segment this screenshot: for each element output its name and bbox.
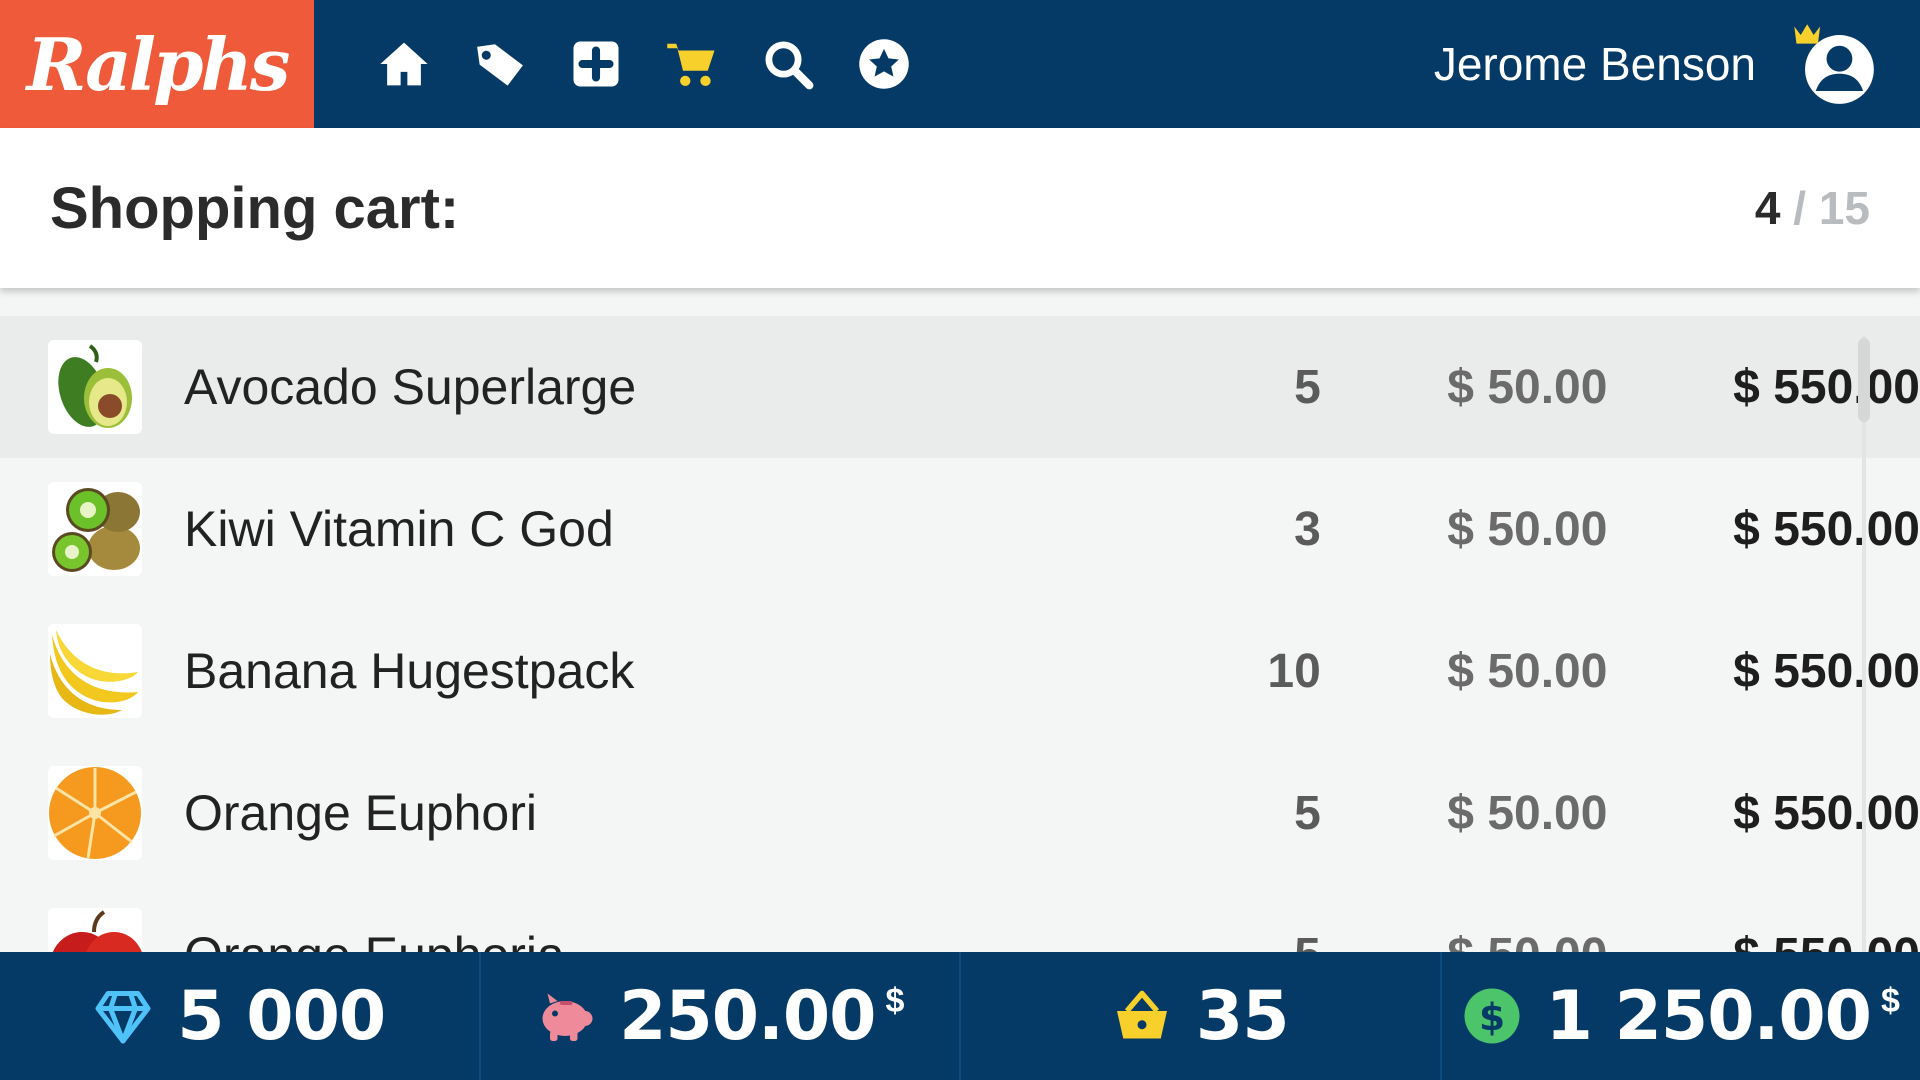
scrollbar-track[interactable] (1862, 336, 1866, 952)
cart-row[interactable]: Banana Hugestpack 10 $ 50.00 $ 550.00 (0, 600, 1920, 742)
savings-value: 250.00 (619, 976, 876, 1056)
tag-icon[interactable] (452, 0, 548, 128)
item-total: $ 550.00 (1733, 360, 1920, 414)
item-price: $ 50.00 (1447, 644, 1608, 698)
cart-row[interactable]: Orange Euphoria 5 $ 50.00 $ 550.00 (0, 884, 1920, 952)
cart-row[interactable]: Orange Euphori 5 $ 50.00 $ 550.00 (0, 742, 1920, 884)
orange-image (48, 766, 142, 860)
cart-header: Shopping cart: 4 / 15 (0, 128, 1920, 288)
item-qty: 3 (1294, 502, 1321, 556)
dollar-coin-icon: $ (1464, 988, 1520, 1044)
item-total: $ 550.00 (1607, 928, 1920, 953)
page-total: 15 (1818, 182, 1870, 234)
page-indicator: 4 / 15 (1755, 181, 1870, 235)
cart-icon[interactable] (644, 0, 740, 128)
home-icon[interactable] (356, 0, 452, 128)
crown-icon (1794, 24, 1821, 44)
brand-name: Ralphs (26, 21, 291, 107)
top-bar: Ralphs Jerome Benson (0, 0, 1920, 128)
main-nav (356, 0, 932, 128)
user-profile[interactable]: Jerome Benson (1433, 24, 1874, 104)
item-name: Orange Euphoria (184, 926, 1040, 952)
piggy-bank-icon (542, 993, 593, 1041)
stats-bar: 5 000 250.00 $ 35 $ 1 250.00 $ (0, 952, 1920, 1080)
item-name: Orange Euphori (184, 785, 538, 841)
balance-unit: $ (1880, 982, 1900, 1020)
item-price: $ 50.00 (1447, 360, 1608, 414)
cart-list[interactable]: Avocado Superlarge 5 $ 50.00 $ 550.00 Ki… (0, 316, 1920, 952)
item-name: Kiwi Vitamin C God (184, 501, 614, 557)
ralphs-logo[interactable]: Ralphs (0, 0, 314, 128)
apple-image (48, 908, 142, 952)
user-name: Jerome Benson (1433, 38, 1756, 90)
item-qty: 10 (1267, 644, 1321, 698)
basket-stat[interactable]: 35 (961, 952, 1442, 1080)
banana-image (48, 624, 142, 718)
savings-stat[interactable]: 250.00 $ (481, 952, 961, 1080)
item-name: Avocado Superlarge (184, 359, 637, 415)
savings-unit: $ (885, 982, 905, 1020)
item-price: $ 50.00 (1321, 928, 1607, 953)
item-qty: 5 (1294, 786, 1321, 840)
kiwi-image (48, 482, 142, 576)
scrollbar-thumb[interactable] (1858, 338, 1870, 422)
gems-stat[interactable]: 5 000 (0, 952, 481, 1080)
page-current: 4 (1754, 182, 1781, 234)
star-icon[interactable] (836, 0, 932, 128)
cart-row[interactable]: Kiwi Vitamin C God 3 $ 50.00 $ 550.00 (0, 458, 1920, 600)
basket-icon (1116, 990, 1167, 1039)
item-name: Banana Hugestpack (184, 643, 635, 699)
item-total: $ 550.00 (1733, 786, 1920, 840)
item-price: $ 50.00 (1447, 502, 1608, 556)
svg-text:$: $ (1479, 995, 1505, 1039)
diamond-icon (95, 991, 151, 1044)
item-qty: 5 (1040, 928, 1321, 953)
avocado-image (48, 340, 142, 434)
avatar[interactable] (1794, 24, 1874, 104)
page-title: Shopping cart: (50, 175, 460, 241)
item-total: $ 550.00 (1733, 502, 1920, 556)
balance-stat[interactable]: $ 1 250.00 $ (1442, 952, 1920, 1080)
item-price: $ 50.00 (1447, 786, 1608, 840)
item-total: $ 550.00 (1733, 644, 1920, 698)
gems-value: 5 000 (177, 976, 386, 1056)
search-icon[interactable] (740, 0, 836, 128)
cart-row[interactable]: Avocado Superlarge 5 $ 50.00 $ 550.00 (0, 316, 1920, 458)
page-separator: / (1793, 182, 1807, 234)
basket-count: 35 (1195, 976, 1290, 1056)
balance-value: 1 250.00 (1545, 976, 1872, 1056)
add-icon[interactable] (548, 0, 644, 128)
item-qty: 5 (1294, 360, 1321, 414)
